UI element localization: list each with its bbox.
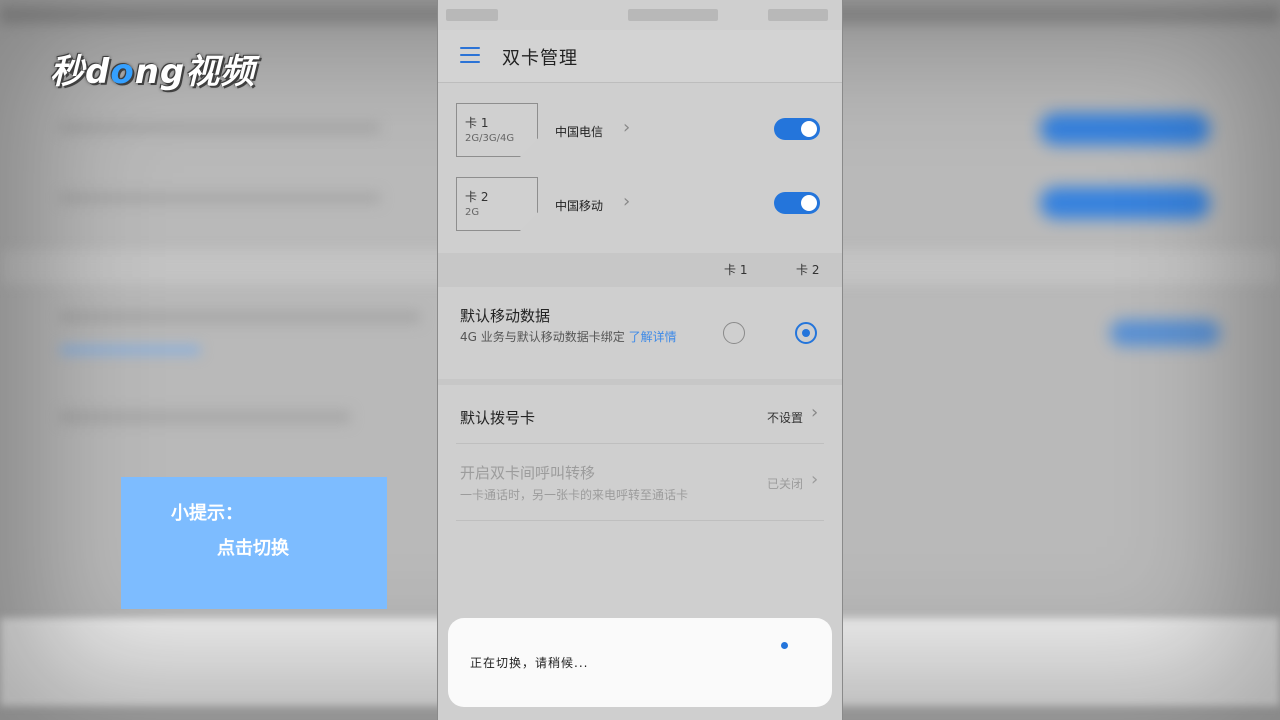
sim-row-2[interactable]: 卡 2 2G 中国移动 › [438, 177, 842, 251]
card-1-radio[interactable] [723, 322, 745, 344]
call-forward-value: 已关闭 [767, 477, 804, 491]
default-data-description: 4G 业务与默认移动数据卡绑定 了解详情 [460, 330, 677, 344]
call-forward-description: 一卡通话时，另一张卡的来电呼转至通话卡 [460, 488, 689, 502]
column-card-1: 卡 1 [724, 263, 748, 277]
column-card-2: 卡 2 [796, 263, 820, 277]
chevron-right-icon: › [811, 402, 819, 423]
sim-card-icon: 卡 2 2G [456, 177, 538, 231]
tip-text: 点击切换 [217, 538, 289, 559]
page-title: 双卡管理 [502, 48, 578, 69]
progress-dialog: 正在切换，请稍候... [448, 618, 832, 707]
call-forward-row[interactable]: 开启双卡间呼叫转移 一卡通话时，另一张卡的来电呼转至通话卡 已关闭 › [438, 444, 842, 520]
column-header: 卡 1 卡 2 [438, 253, 842, 287]
sim-1-toggle[interactable] [774, 118, 820, 140]
chevron-right-icon: › [811, 469, 819, 490]
status-bar [438, 0, 842, 30]
app-bar: 双卡管理 [438, 30, 842, 83]
tip-title: 小提示： [171, 503, 243, 524]
default-data-section: 默认移动数据 4G 业务与默认移动数据卡绑定 了解详情 [438, 287, 842, 379]
sim-row-1[interactable]: 卡 1 2G/3G/4G 中国电信 › [438, 103, 842, 177]
phone-screen: 双卡管理 卡 1 2G/3G/4G 中国电信 › 卡 2 2G 中国移动 › 卡… [437, 0, 843, 720]
default-data-title: 默认移动数据 [460, 307, 551, 325]
menu-icon[interactable] [460, 47, 480, 63]
call-forward-title: 开启双卡间呼叫转移 [460, 464, 596, 482]
learn-more-link[interactable]: 了解详情 [629, 330, 677, 344]
sim-2-toggle[interactable] [774, 192, 820, 214]
sim-carrier: 中国移动 [555, 199, 604, 213]
chevron-right-icon: › [623, 191, 631, 212]
sim-carrier: 中国电信 [555, 125, 604, 139]
chevron-right-icon: › [623, 117, 631, 138]
divider [456, 520, 824, 521]
default-dial-title: 默认拨号卡 [460, 409, 536, 427]
progress-message: 正在切换，请稍候... [470, 656, 589, 670]
watermark-logo: 秒dong视频 [50, 52, 256, 92]
card-2-radio[interactable] [795, 322, 817, 344]
default-dial-value: 不设置 [767, 411, 804, 425]
loading-spinner-icon [781, 642, 788, 649]
default-dial-row[interactable]: 默认拨号卡 不设置 › [438, 385, 842, 443]
tip-box: 小提示： 点击切换 [121, 477, 387, 609]
sim-card-icon: 卡 1 2G/3G/4G [456, 103, 538, 157]
